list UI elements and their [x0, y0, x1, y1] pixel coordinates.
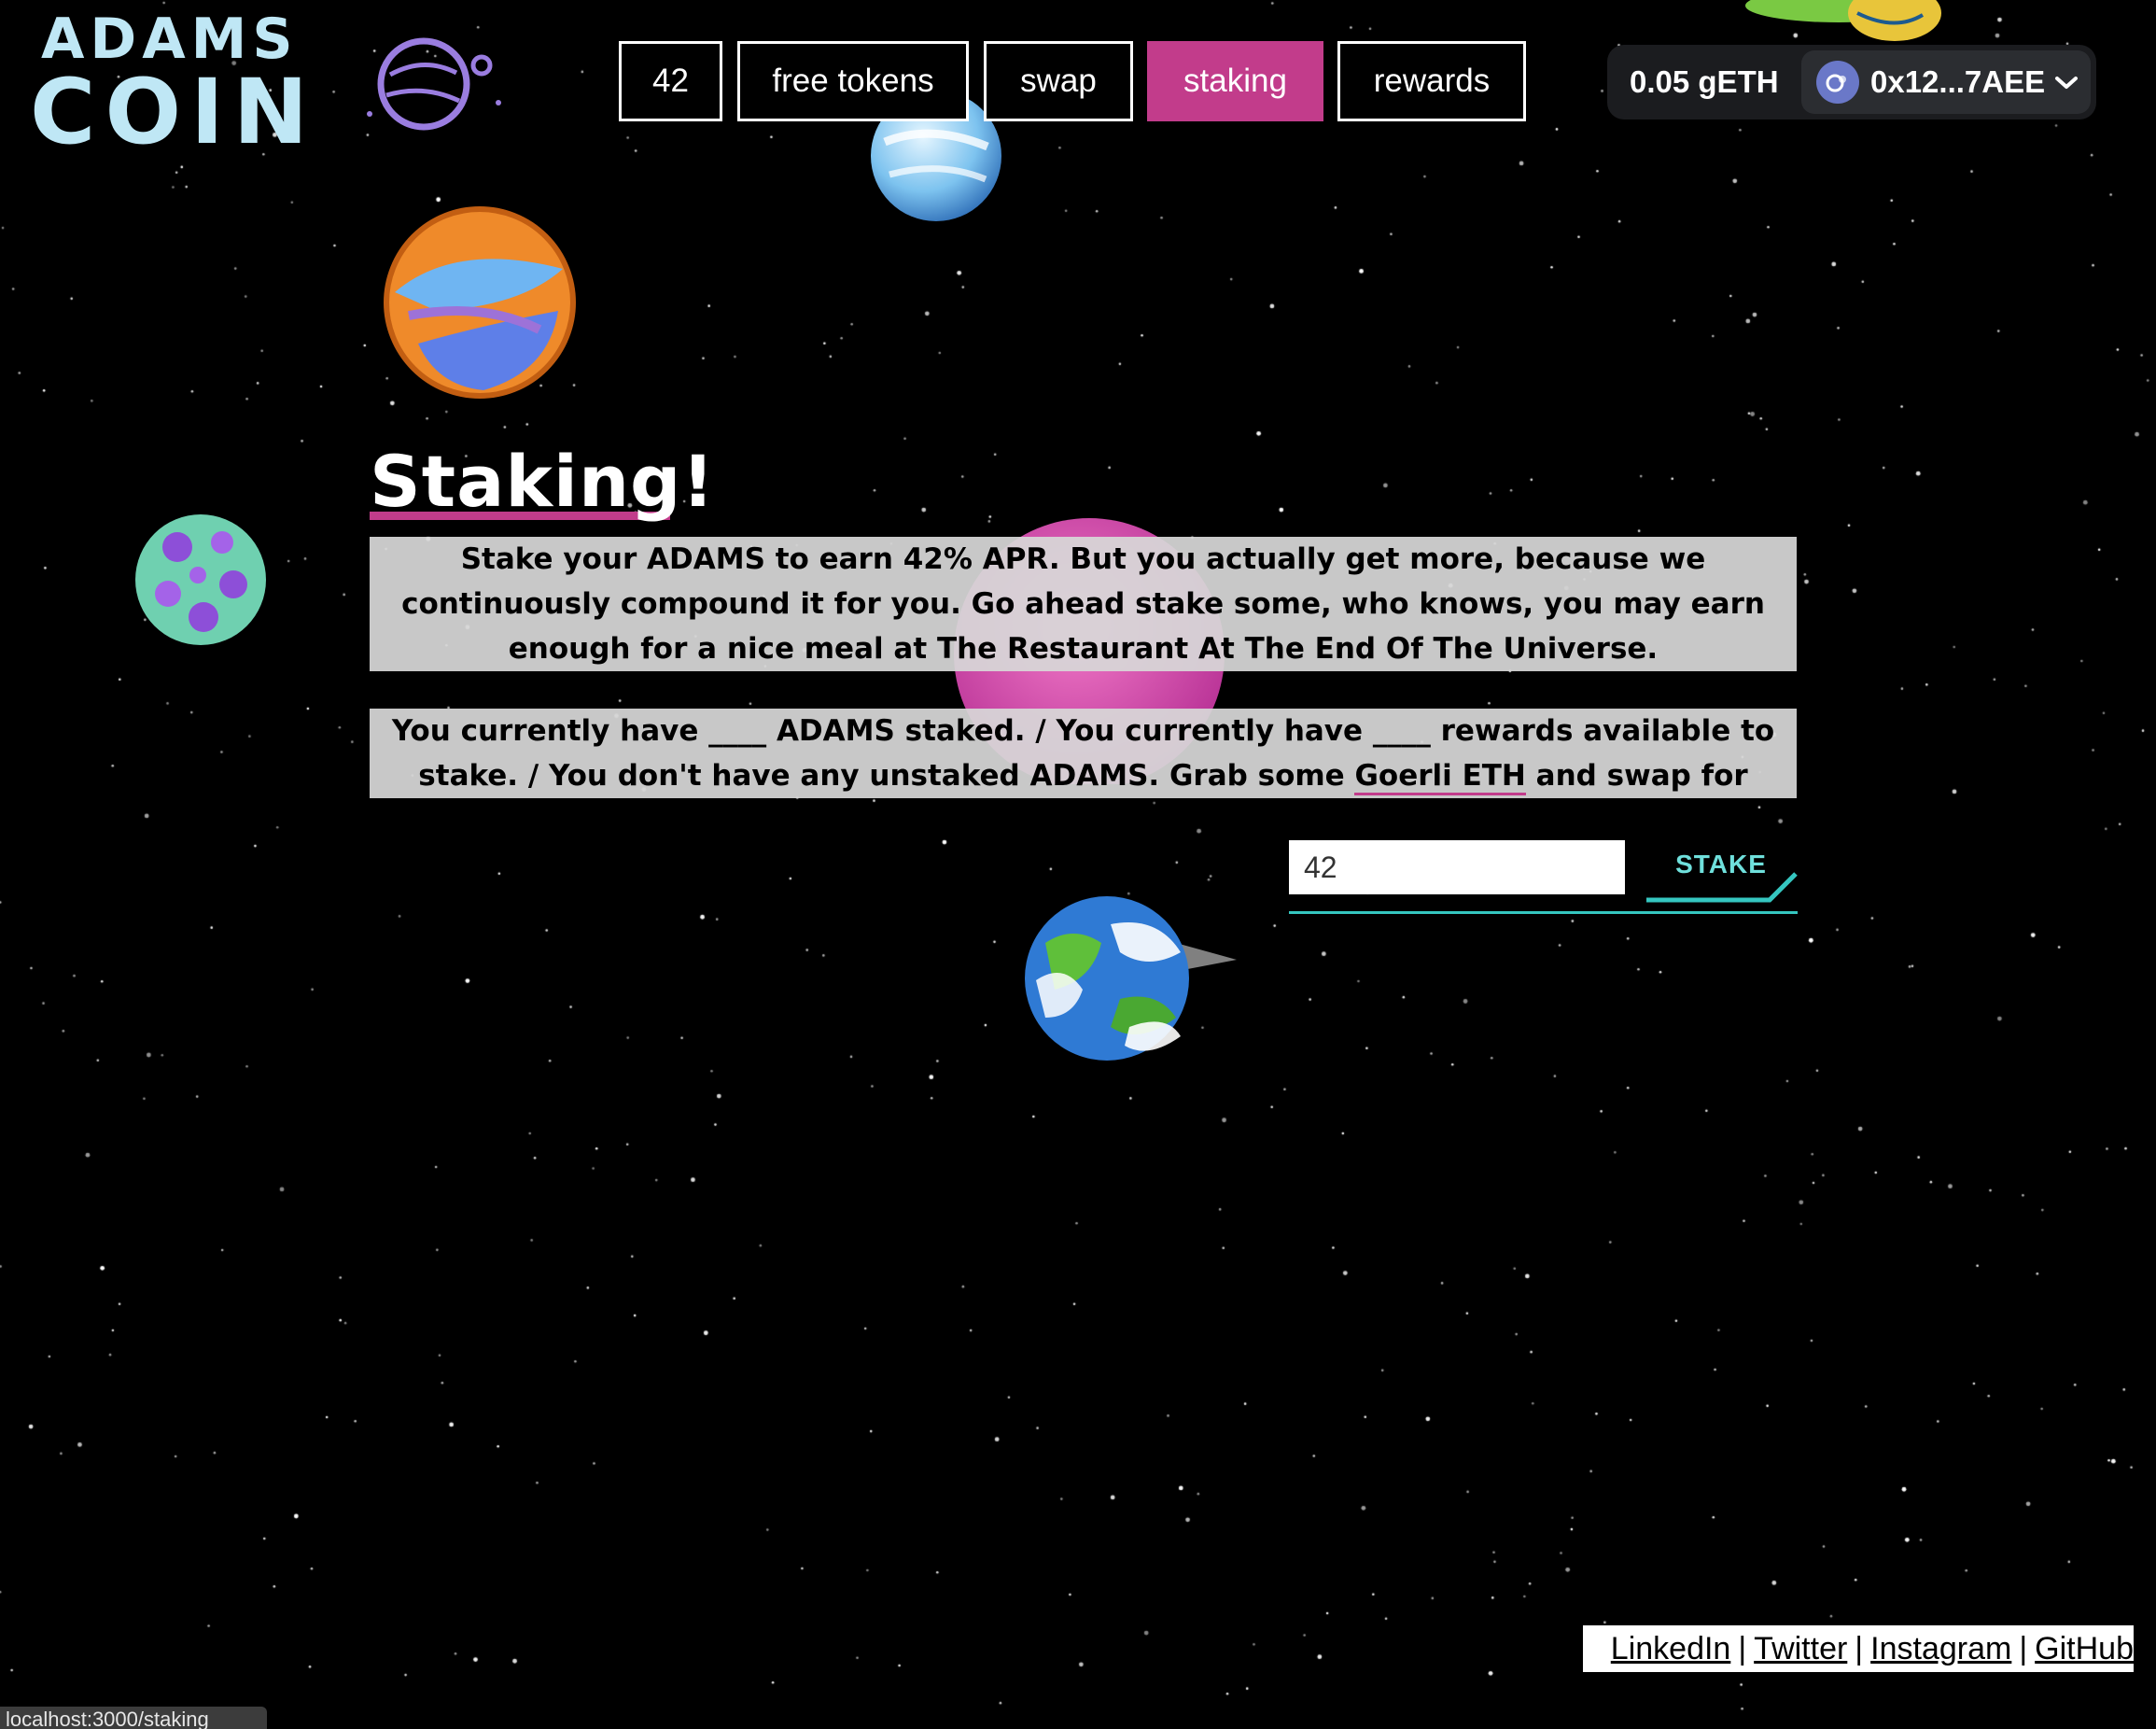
asteroid-planet-decoration [135, 514, 266, 645]
footer-separator: | [1855, 1631, 1864, 1666]
earth-planet-decoration [1025, 896, 1237, 1061]
footer-links: LinkedIn | Twitter | Instagram | GitHub [1583, 1625, 2134, 1672]
nav-42-button[interactable]: 42 [619, 41, 722, 121]
nav-swap-button[interactable]: swap [984, 41, 1133, 121]
stake-amount-input[interactable] [1289, 840, 1625, 894]
page: ADAMS COIN 42 free tokens swap staking r… [0, 0, 2156, 1729]
logo-text-adams: ADAMS [41, 7, 299, 72]
footer-link-twitter[interactable]: Twitter [1754, 1631, 1847, 1666]
nav-free-tokens-button[interactable]: free tokens [737, 41, 969, 121]
staking-status-text: You currently have ____ ADAMS staked. / … [370, 709, 1797, 837]
footer-link-linkedin[interactable]: LinkedIn [1611, 1631, 1731, 1666]
wallet-avatar-icon [1816, 61, 1859, 104]
chevron-down-icon [2055, 77, 2078, 89]
footer-separator: | [1738, 1631, 1747, 1666]
stake-form-underline [1289, 911, 1798, 914]
staking-intro-text: Stake your ADAMS to earn 42% APR. But yo… [370, 537, 1797, 671]
wallet-widget: 0.05 gETH 0x12...7AEE [1607, 45, 2096, 119]
footer-link-github[interactable]: GitHub [2035, 1631, 2134, 1666]
nav-staking-button[interactable]: staking [1147, 41, 1323, 121]
orange-planet-decoration [384, 206, 576, 399]
wallet-account-button[interactable]: 0x12...7AEE [1801, 50, 2091, 114]
starfield-background [0, 0, 2156, 1729]
footer-link-instagram[interactable]: Instagram [1870, 1631, 2011, 1666]
page-title: Staking! [370, 440, 716, 523]
stake-button[interactable]: STAKE [1645, 838, 1798, 904]
wallet-balance[interactable]: 0.05 gETH [1630, 45, 1779, 119]
wallet-address: 0x12...7AEE [1870, 64, 2046, 99]
nav-rewards-button[interactable]: rewards [1337, 41, 1526, 121]
footer-separator: | [2019, 1631, 2028, 1666]
site-logo[interactable]: ADAMS COIN [30, 7, 515, 157]
browser-status-bar: localhost:3000/staking [0, 1707, 267, 1729]
goerli-eth-link[interactable]: Goerli ETH [1354, 759, 1526, 795]
logo-planet-icon [367, 37, 501, 131]
logo-text-coin: COIN [30, 60, 318, 164]
stake-button-label: STAKE [1675, 850, 1767, 879]
